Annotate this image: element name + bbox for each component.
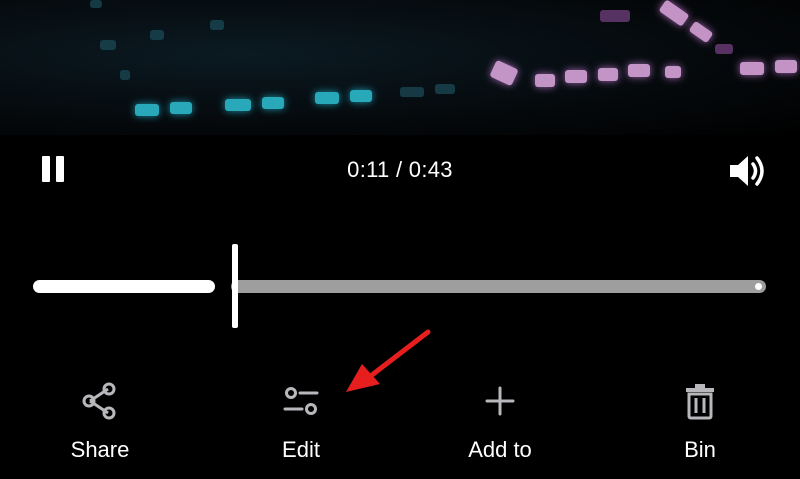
add-to-button[interactable]: Add to bbox=[440, 375, 560, 470]
keyboard-key-glow bbox=[628, 64, 650, 77]
keyboard-key-glow bbox=[135, 104, 159, 116]
edit-label: Edit bbox=[282, 437, 320, 462]
keyboard-key-glow bbox=[210, 20, 224, 30]
keyboard-key-glow bbox=[262, 97, 284, 109]
pause-icon bbox=[56, 156, 64, 182]
keyboard-key-glow bbox=[565, 70, 587, 83]
share-button[interactable]: Share bbox=[40, 375, 160, 470]
keyboard-key-glow bbox=[658, 0, 690, 27]
keyboard-key-glow bbox=[170, 102, 192, 114]
seek-bar-end-dot bbox=[755, 283, 762, 290]
video-frame[interactable] bbox=[0, 0, 800, 135]
seek-bar[interactable] bbox=[33, 280, 766, 293]
add-to-label: Add to bbox=[468, 437, 532, 462]
keyboard-key-glow bbox=[665, 66, 681, 78]
sliders-icon bbox=[283, 387, 319, 415]
keyboard-key-glow bbox=[435, 84, 455, 94]
trash-icon bbox=[686, 384, 714, 420]
share-icon bbox=[82, 382, 116, 420]
bin-label: Bin bbox=[684, 437, 716, 462]
keyboard-key-glow bbox=[90, 0, 102, 8]
keyboard-key-glow bbox=[715, 44, 733, 54]
keyboard-key-glow bbox=[120, 70, 130, 80]
seek-bar-played bbox=[33, 280, 215, 293]
keyboard-key-glow bbox=[775, 60, 797, 73]
volume-icon bbox=[730, 156, 764, 186]
keyboard-key-glow bbox=[535, 74, 555, 87]
seek-bar-remaining bbox=[231, 280, 766, 293]
keyboard-key-glow bbox=[688, 20, 714, 44]
keyboard-key-glow bbox=[598, 68, 618, 81]
keyboard-key-glow bbox=[400, 87, 424, 97]
seek-handle[interactable] bbox=[232, 244, 238, 328]
keyboard-key-glow bbox=[150, 30, 164, 40]
pause-icon bbox=[42, 156, 50, 182]
plus-icon bbox=[485, 386, 515, 416]
time-display: 0:11 / 0:43 bbox=[347, 157, 453, 182]
keyboard-key-glow bbox=[315, 92, 339, 104]
bin-button[interactable]: Bin bbox=[640, 375, 760, 470]
volume-button[interactable] bbox=[726, 152, 770, 190]
keyboard-key-glow bbox=[350, 90, 372, 102]
keyboard-key-glow bbox=[740, 62, 764, 75]
pause-button[interactable] bbox=[38, 154, 68, 186]
keyboard-key-glow bbox=[489, 59, 519, 87]
share-label: Share bbox=[70, 437, 130, 462]
keyboard-key-glow bbox=[100, 40, 116, 50]
keyboard-key-glow bbox=[225, 99, 251, 111]
keyboard-key-glow bbox=[600, 10, 630, 22]
edit-button[interactable]: Edit bbox=[241, 375, 361, 470]
